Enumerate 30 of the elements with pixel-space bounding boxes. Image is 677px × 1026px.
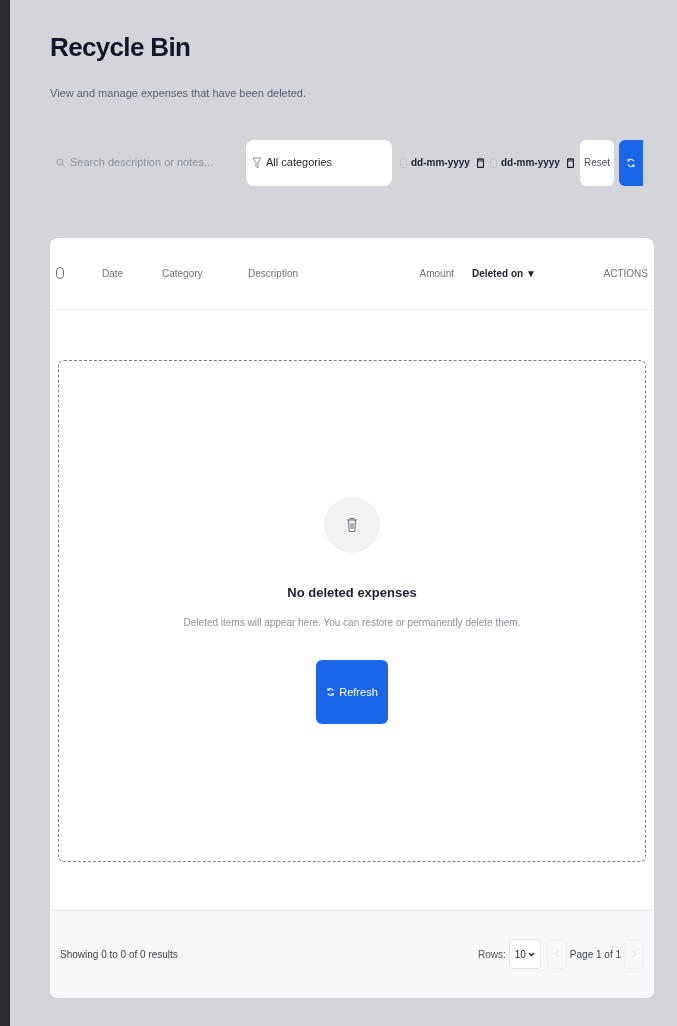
chevron-right-icon <box>631 950 637 958</box>
column-header[interactable]: Amount <box>404 265 454 281</box>
results-summary: Showing 0 to 0 of 0 results <box>60 947 178 962</box>
page-title: Recycle Bin <box>50 31 192 64</box>
refresh-button[interactable] <box>619 139 643 186</box>
rows-label: Rows: <box>477 947 506 962</box>
column-header[interactable]: Category <box>162 265 248 281</box>
chevron-down-icon <box>527 951 535 957</box>
chevron-left-icon <box>554 950 560 958</box>
date-field[interactable]: dd-mm-yyyy <box>488 155 576 170</box>
search-field[interactable]: Search description or notes... <box>50 154 246 171</box>
filter-icon <box>252 156 262 169</box>
refresh-icon <box>626 157 636 168</box>
page-indicator: Page 1 of 1 <box>569 947 621 962</box>
reset-button[interactable]: Reset <box>580 139 614 186</box>
category-select[interactable]: All categories <box>246 139 392 186</box>
empty-state-title: No deleted expenses <box>287 584 417 603</box>
column-header[interactable]: Date <box>102 265 162 281</box>
date-field[interactable]: dd-mm-yyyy <box>398 155 486 170</box>
column-header[interactable]: ACTIONS <box>544 265 648 281</box>
search-icon <box>56 157 66 168</box>
calendar-icon <box>477 157 484 168</box>
column-header[interactable]: Deleted on ▼ <box>454 265 544 281</box>
empty-state-message: Deleted items will appear here. You can restore or permanently delete them. <box>183 615 521 630</box>
calendar-icon <box>567 157 574 168</box>
refresh-icon <box>326 686 336 697</box>
column-header[interactable]: Description <box>248 265 378 281</box>
rows-select[interactable]: 10 <box>508 939 541 969</box>
refresh-button[interactable]: Refresh <box>316 659 388 724</box>
page-subtitle: View and manage expenses that have been deleted. <box>50 86 308 101</box>
